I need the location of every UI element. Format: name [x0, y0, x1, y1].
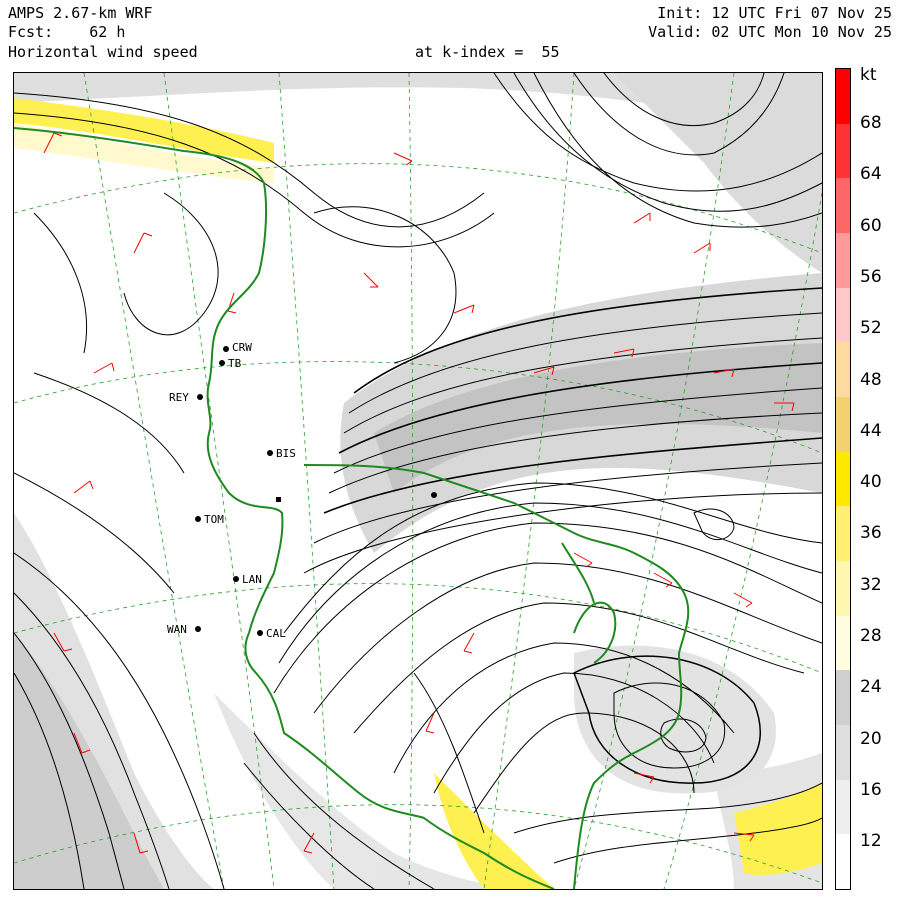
colorbar-tick-label: 32 [860, 574, 882, 595]
colorbar-tick-label: 48 [860, 369, 882, 390]
station-marker [195, 516, 201, 522]
station-lan[interactable]: LAN [233, 573, 262, 586]
station-tom[interactable]: TOM [195, 513, 224, 526]
colorbar-tick-label: 20 [860, 728, 882, 749]
station-label: TB [228, 357, 242, 370]
level-label: at k-index = [415, 43, 524, 61]
colorbar-segment [836, 670, 850, 726]
station-marker [257, 630, 263, 636]
forecast-value: 62 h [89, 23, 126, 41]
wind-map[interactable]: CRW TB REY BIS TOM LAN WAN CAL [13, 72, 823, 890]
station-label: WAN [167, 623, 187, 636]
station-bis[interactable]: BIS [267, 447, 296, 460]
colorbar-segment [836, 779, 850, 835]
colorbar-tick-label: 16 [860, 779, 882, 800]
station-marker [219, 360, 225, 366]
colorbar-tick-label: 60 [860, 215, 882, 236]
forecast-line: Fcst: 62 h [8, 23, 125, 41]
colorbar-segment [836, 506, 850, 562]
colorbar-tick-label: 52 [860, 318, 882, 339]
station-tb[interactable]: TB [219, 357, 242, 370]
level-value: 55 [541, 43, 560, 61]
colorbar-segment [836, 451, 850, 507]
station-square-marker [276, 497, 281, 502]
colorbar-segment [836, 123, 850, 179]
field-title: Horizontal wind speed [8, 43, 198, 61]
colorbar-segment [836, 725, 850, 780]
wind-speed-shading [14, 73, 822, 889]
forecast-label: Fcst: [8, 23, 54, 41]
station-marker [195, 626, 201, 632]
level-line: at k-index = 55 [415, 43, 560, 61]
valid-time: Valid: 02 UTC Mon 10 Nov 25 [648, 23, 892, 41]
colorbar-tick-label: 64 [860, 164, 882, 185]
colorbar-tick-label: 28 [860, 626, 882, 646]
init-time: Init: 12 UTC Fri 07 Nov 25 [657, 4, 892, 22]
model-title: AMPS 2.67-km WRF [8, 4, 153, 22]
station-marker [233, 576, 239, 582]
colorbar-tick-label: 56 [860, 266, 882, 287]
station-marker [267, 450, 273, 456]
colorbar-segment [836, 287, 850, 343]
station-cal[interactable]: CAL [257, 627, 286, 640]
colorbar-segment [836, 342, 850, 398]
wind-map-svg: CRW TB REY BIS TOM LAN WAN CAL [14, 73, 822, 889]
colorbar-tick-label: 36 [860, 523, 882, 544]
colorbar-segment [836, 615, 850, 671]
station-label: BIS [276, 447, 296, 460]
station-label: TOM [204, 513, 224, 526]
colorbar-tick-label: 12 [860, 831, 882, 852]
station-wan[interactable]: WAN [167, 623, 201, 636]
station-label: CRW [232, 341, 252, 354]
station-label: LAN [242, 573, 262, 586]
station-rey[interactable]: REY [169, 391, 203, 404]
colorbar-segment [836, 233, 850, 288]
station-label: CAL [266, 627, 286, 640]
colorbar-segment [836, 561, 850, 616]
colorbar-segment [836, 178, 850, 234]
colorbar-tick-label: 40 [860, 472, 882, 493]
colorbar [835, 68, 851, 890]
colorbar-tick-label: 44 [860, 420, 882, 441]
colorbar-unit: kt [860, 65, 877, 85]
colorbar-tick-label: 68 [860, 113, 882, 133]
colorbar-segment [836, 69, 850, 124]
station-label: REY [169, 391, 189, 404]
station-marker [197, 394, 203, 400]
station-crw[interactable]: CRW [223, 341, 252, 354]
colorbar-tick-label: 24 [860, 677, 882, 698]
station-marker [223, 346, 229, 352]
colorbar-segment [836, 834, 850, 890]
station-dot-marker [431, 492, 437, 498]
colorbar-segment [836, 397, 850, 452]
